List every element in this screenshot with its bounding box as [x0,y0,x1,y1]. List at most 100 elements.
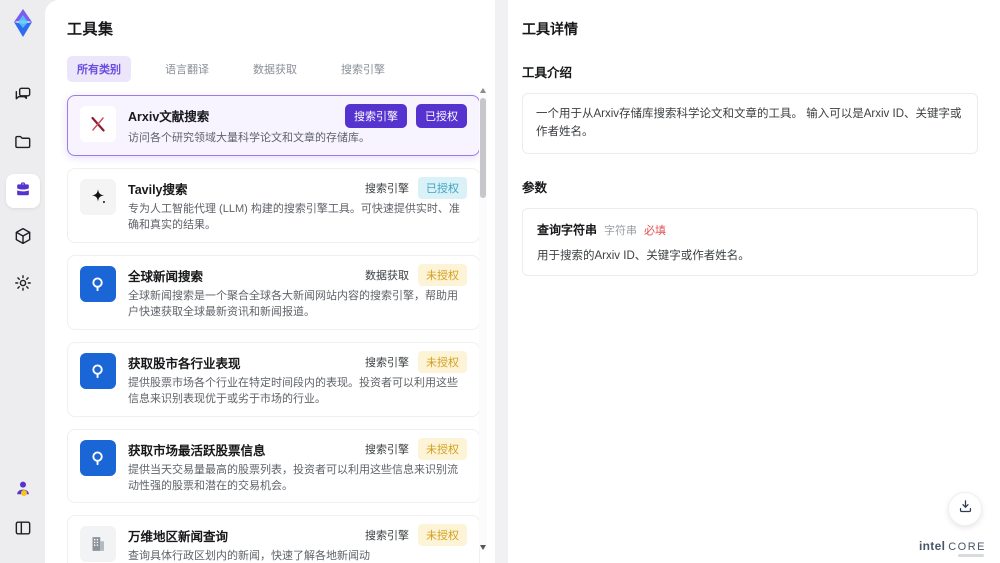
news-search-icon [80,352,116,389]
category-badge: 搜索引擎 [365,443,409,456]
tool-card-header: 获取股市各行业表现 搜索引擎 未授权 [128,350,467,373]
intel-wordmark: intel [919,539,946,553]
param-name: 查询字符串 [537,222,598,237]
parameter-card: 查询字符串 字符串 必填 用于搜索的Arxiv ID、关键字或作者姓名。 [522,207,978,276]
sidebar-item-package[interactable] [6,221,40,255]
tool-badges: 搜索引擎 未授权 [365,350,467,373]
category-badge: 数据获取 [365,269,409,282]
tool-name: 万维地区新闻查询 [128,530,229,545]
tool-badges: 搜索引擎 已授权 [365,176,467,199]
app-sidebar [0,0,45,563]
tool-intro-text: 一个用于从Arxiv存储库搜索科学论文和文章的工具。 输入可以是Arxiv ID… [522,93,978,154]
tools-panel: 工具集 所有类别 语言翻译 数据获取 搜索引擎 Arxiv文献搜索 搜索引擎 已授权 访问各… [45,0,495,563]
main-surface: 工具集 所有类别 语言翻译 数据获取 搜索引擎 Arxiv文献搜索 搜索引擎 已授权 访问各… [45,0,1000,563]
tab-1[interactable]: 语言翻译 [155,56,219,82]
status-badge: 已授权 [418,176,467,199]
status-badge: 未授权 [418,350,467,373]
tool-card-body: 获取股市各行业表现 搜索引擎 未授权提供股票市场各个行业在特定时间段内的表现。投资者… [128,350,467,408]
tool-card-body: 获取市场最活跃股票信息 搜索引擎 未授权提供当天交易量最高的股票列表，投资者可以利用… [128,437,467,495]
tool-description: 全球新闻搜索是一个聚合全球各大新闻网站内容的搜索引擎，帮助用户快速获取全球最新资… [128,289,458,318]
settings-icon [13,273,33,298]
status-badge: 已授权 [416,104,467,128]
tab-3[interactable]: 搜索引擎 [331,56,395,82]
tool-card-header: Arxiv文献搜索 搜索引擎 已授权 [128,104,467,128]
sidebar-item-tools[interactable] [5,174,40,208]
sidebar-item-panel-toggle[interactable] [6,513,40,547]
category-badge: 搜索引擎 [365,356,409,369]
tool-badges: 搜索引擎 已授权 [345,104,467,128]
tool-card-header: 获取市场最活跃股票信息 搜索引擎 未授权 [128,437,467,460]
sidebar-item-folder[interactable] [6,127,40,161]
param-type: 字符串 [604,224,638,237]
core-underline [958,554,984,557]
tool-card[interactable]: 获取市场最活跃股票信息 搜索引擎 未授权提供当天交易量最高的股票列表，投资者可以利用… [67,428,480,504]
toolbox-icon [13,179,33,204]
tool-name: Tavily搜索 [128,182,188,197]
category-badge: 搜索引擎 [365,530,409,543]
folder-icon [13,132,33,157]
panel-divider [495,0,508,563]
tool-badges: 数据获取 未授权 [365,263,467,286]
list-scrollbar[interactable] [479,88,487,550]
tool-description: 查询具体行政区划内的新闻，快速了解各地新闻动 [128,550,370,563]
tool-card[interactable]: 获取股市各行业表现 搜索引擎 未授权提供股票市场各个行业在特定时间段内的表现。投资者… [67,341,480,417]
download-icon [957,498,974,520]
detail-title: 工具详情 [522,21,578,37]
category-badge: 搜索引擎 [365,182,409,195]
scrollbar-thumb[interactable] [480,98,486,198]
tool-card-header: 万维地区新闻查询 搜索引擎 未授权 [128,524,467,547]
tool-list: Arxiv文献搜索 搜索引擎 已授权 访问各个研究领域大量科学论文和文章的存储库。 Ta… [67,95,480,563]
tool-description: 提供当天交易量最高的股票列表，投资者可以利用这些信息来识别流动性强的股票和潜在的… [128,463,458,492]
tool-card-body: Arxiv文献搜索 搜索引擎 已授权访问各个研究领域大量科学论文和文章的存储库。 [128,104,467,147]
tool-card[interactable]: 全球新闻搜索 数据获取 未授权全球新闻搜索是一个聚合全球各大新闻网站内容的搜索引擎，… [67,254,480,330]
core-wordmark: CORE [948,541,986,553]
sidebar-item-chat[interactable] [6,80,40,114]
tool-description: 专为人工智能代理 (LLM) 构建的搜索引擎工具。可快速提供实时、准确和真实的结… [128,202,460,231]
user-status-dot [20,489,27,496]
arxiv-icon [80,106,116,142]
scroll-up-icon[interactable] [480,88,486,93]
tool-card[interactable]: Tavily搜索 搜索引擎 已授权专为人工智能代理 (LLM) 构建的搜索引擎工具。… [67,167,480,243]
package-icon [13,226,33,251]
tool-card-header: Tavily搜索 搜索引擎 已授权 [128,176,467,199]
tool-card[interactable]: Arxiv文献搜索 搜索引擎 已授权访问各个研究领域大量科学论文和文章的存储库。 [67,95,480,156]
tool-badges: 搜索引擎 未授权 [365,437,467,460]
tool-card-body: 全球新闻搜索 数据获取 未授权全球新闻搜索是一个聚合全球各大新闻网站内容的搜索引擎，… [128,263,467,321]
tool-card-body: 万维地区新闻查询 搜索引擎 未授权查询具体行政区划内的新闻，快速了解各地新闻动 [128,524,467,563]
tool-name: 获取股市各行业表现 [128,356,241,371]
scroll-down-icon[interactable] [480,545,486,550]
tool-detail-panel: 工具详情 工具介绍 一个用于从Arxiv存储库搜索科学论文和文章的工具。 输入可… [508,0,1000,563]
tool-badges: 搜索引擎 未授权 [365,524,467,547]
tool-description: 访问各个研究领域大量科学论文和文章的存储库。 [128,132,370,144]
news-search-icon [80,439,116,476]
status-badge: 未授权 [418,437,467,460]
intro-section-title: 工具介绍 [522,66,573,80]
building-icon [80,526,116,563]
tool-card-header: 全球新闻搜索 数据获取 未授权 [128,263,467,286]
tool-name: Arxiv文献搜索 [128,110,210,124]
tool-description: 提供股票市场各个行业在特定时间段内的表现。投资者可以利用这些信息来识别表现优于或… [128,376,458,405]
panel-icon [13,518,33,543]
download-button[interactable] [948,492,982,526]
category-tabs: 所有类别 语言翻译 数据获取 搜索引擎 [67,56,495,82]
intel-core-logo: intel CORE [919,539,986,557]
tool-name: 获取市场最活跃股票信息 [128,443,266,458]
status-badge: 未授权 [418,263,467,286]
sidebar-bottom [6,473,40,553]
sidebar-item-settings[interactable] [6,268,40,302]
sidebar-item-user[interactable] [6,473,40,507]
tool-card[interactable]: 万维地区新闻查询 搜索引擎 未授权查询具体行政区划内的新闻，快速了解各地新闻动 [67,515,480,563]
params-section-title: 参数 [522,180,548,195]
category-badge: 搜索引擎 [345,104,407,128]
param-required-badge: 必填 [644,224,667,237]
app-logo [6,6,40,40]
status-badge: 未授权 [418,524,467,547]
tool-name: 全球新闻搜索 [128,269,204,284]
tab-2[interactable]: 数据获取 [243,56,307,82]
tool-card-body: Tavily搜索 搜索引擎 已授权专为人工智能代理 (LLM) 构建的搜索引擎工具。… [128,176,467,234]
tab-0[interactable]: 所有类别 [67,56,131,82]
param-description: 用于搜索的Arxiv ID、关键字或作者姓名。 [537,249,750,262]
page-title: 工具集 [67,21,114,38]
chat-icon [13,85,33,110]
sparkle-icon [80,178,116,215]
